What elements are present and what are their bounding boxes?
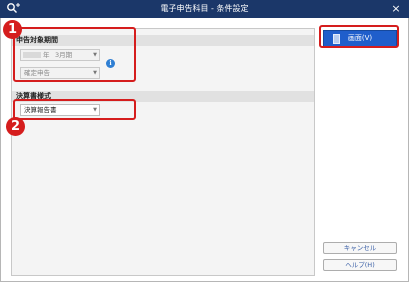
- cancel-button[interactable]: キャンセル: [323, 242, 397, 254]
- callout-number-2: 2: [6, 117, 25, 136]
- dialog-window: 電子申告科目 - 条件設定 × 申告対象期間 年 3月期 ▼ i 確定申告 ▼ …: [0, 0, 409, 282]
- callout-box-2: [13, 99, 136, 120]
- close-button[interactable]: ×: [389, 2, 403, 16]
- callout-number-1: 1: [3, 20, 22, 39]
- window-title: 電子申告科目 - 条件設定: [160, 4, 249, 13]
- title-bar: 電子申告科目 - 条件設定 ×: [0, 0, 409, 18]
- help-button[interactable]: ヘルプ(H): [323, 259, 397, 271]
- callout-box-preview: [319, 25, 399, 48]
- action-panel: 画面(V) キャンセル ヘルプ(H): [318, 28, 400, 276]
- callout-box-1: [13, 27, 136, 82]
